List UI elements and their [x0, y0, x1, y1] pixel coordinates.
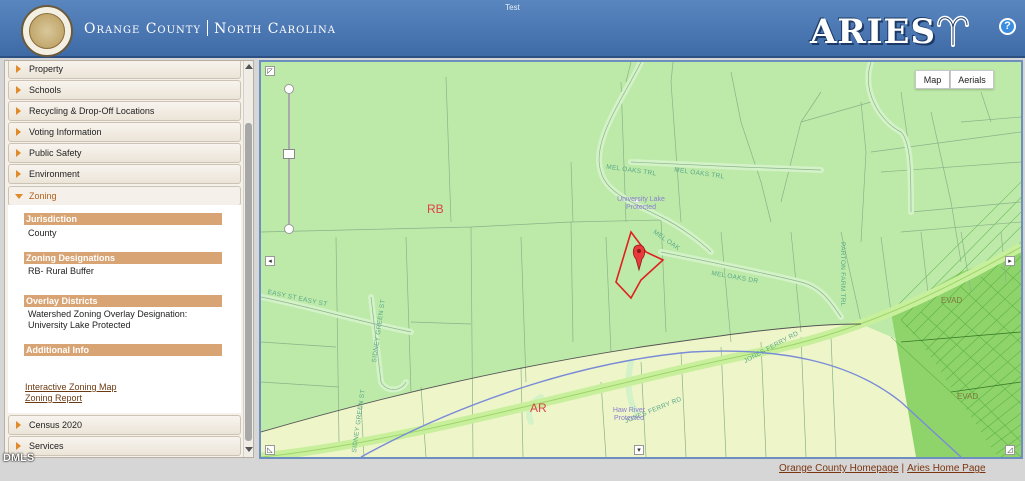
jurisdiction-value: County: [28, 228, 57, 238]
expand-arrow-icon: [16, 86, 21, 94]
zoning-details: Jurisdiction County Zoning Designations …: [8, 205, 241, 413]
aries-app: Test Orange County North Carolina ARIES ?…: [0, 0, 1025, 481]
zone-label-ar: AR: [530, 401, 547, 415]
county-name: Orange County: [84, 21, 202, 37]
poi-text: University Lake: [617, 196, 665, 203]
section-label: Voting Information: [29, 127, 102, 137]
scroll-up-icon[interactable]: [245, 64, 253, 69]
poi-text: Haw River: [612, 407, 646, 414]
poi-haw-river: Haw River Protected: [599, 407, 659, 423]
section-public-safety[interactable]: Public Safety: [8, 143, 241, 163]
aries-homepage-link[interactable]: Aries Home Page: [907, 463, 985, 474]
interactive-zoning-map-link[interactable]: Interactive Zoning Map: [25, 382, 117, 392]
section-environment[interactable]: Environment: [8, 164, 241, 184]
expand-arrow-icon: [16, 442, 21, 450]
collapse-arrow-icon: [15, 194, 23, 199]
section-label: Services: [29, 441, 64, 451]
designations-header: Zoning Designations: [24, 252, 222, 264]
section-label: Recycling & Drop-Off Locations: [29, 106, 155, 116]
scroll-thumb[interactable]: [245, 123, 252, 441]
section-census[interactable]: Census 2020: [8, 415, 241, 435]
expand-arrow-icon: [16, 149, 21, 157]
aerials-type-button[interactable]: Aerials: [950, 70, 994, 89]
sidebar-panel: Property Schools Recycling & Drop-Off Lo…: [4, 60, 254, 458]
sidebar-scrollbar[interactable]: [243, 61, 253, 457]
pan-down-icon[interactable]: ▾: [634, 445, 644, 455]
zoom-in-icon[interactable]: [284, 84, 294, 94]
aries-logo: ARIES: [810, 12, 970, 52]
section-schools[interactable]: Schools: [8, 80, 241, 100]
pan-left-icon[interactable]: ◂: [265, 256, 275, 266]
pan-up-left-icon[interactable]: ◸: [265, 66, 275, 76]
expand-arrow-icon: [16, 65, 21, 73]
street-label: PARTON FARM TRL: [839, 242, 846, 307]
section-label: Public Safety: [29, 148, 82, 158]
expand-arrow-icon: [16, 170, 21, 178]
map-type-button[interactable]: Map: [915, 70, 950, 89]
map-view[interactable]: ◸ ◂ ▸ ◺ ▾ ◿ Map Aerials RB AR EVAD EVAD …: [259, 60, 1023, 459]
state-name: North Carolina: [214, 21, 336, 37]
section-label: Census 2020: [29, 420, 83, 430]
pan-down-right-icon[interactable]: ◿: [1005, 445, 1015, 455]
help-button[interactable]: ?: [999, 18, 1016, 35]
section-zoning[interactable]: Zoning: [8, 186, 241, 206]
section-recycling[interactable]: Recycling & Drop-Off Locations: [8, 101, 241, 121]
section-voting[interactable]: Voting Information: [8, 122, 241, 142]
jurisdiction-header: Jurisdiction: [24, 213, 222, 225]
footer-links: Orange County Homepage | Aries Home Page: [779, 463, 986, 474]
expand-arrow-icon: [16, 421, 21, 429]
county-homepage-link[interactable]: Orange County Homepage: [779, 463, 899, 474]
pan-down-left-icon[interactable]: ◺: [265, 445, 275, 455]
pan-right-icon[interactable]: ▸: [1005, 256, 1015, 266]
designations-value: RB- Rural Buffer: [28, 266, 94, 276]
section-label: Schools: [29, 85, 62, 95]
map-canvas[interactable]: [261, 62, 1021, 457]
additional-info-header: Additional Info: [24, 344, 222, 356]
zone-label-evad: EVAD: [941, 296, 963, 305]
poi-text: Protected: [626, 204, 656, 211]
expand-arrow-icon: [16, 128, 21, 136]
section-label: Zoning: [29, 191, 57, 201]
county-title: Orange County North Carolina: [84, 20, 336, 37]
overlay-header: Overlay Districts: [24, 295, 222, 307]
aries-symbol-icon: [937, 15, 970, 47]
zoom-out-icon[interactable]: [284, 224, 294, 234]
window-title: Test: [505, 3, 520, 12]
section-property[interactable]: Property: [8, 61, 241, 79]
overlay-line2: University Lake Protected: [28, 320, 131, 330]
zoning-report-link[interactable]: Zoning Report: [25, 393, 82, 403]
zoom-thumb[interactable]: [283, 149, 295, 159]
scroll-down-icon[interactable]: [245, 447, 253, 452]
zone-label-evad-2: EVAD: [957, 392, 979, 401]
poi-text: Protected: [614, 415, 644, 422]
overlay-line1: Watershed Zoning Overlay Designation:: [28, 309, 188, 319]
header-bar: Test Orange County North Carolina ARIES ?: [0, 0, 1025, 58]
footer-separator: |: [901, 463, 905, 474]
dmls-watermark: DMLS: [3, 452, 35, 464]
expand-arrow-icon: [16, 107, 21, 115]
county-seal-logo: [21, 5, 73, 57]
poi-university-lake: University Lake Protected: [606, 196, 676, 212]
section-services[interactable]: Services: [8, 436, 241, 456]
section-label: Environment: [29, 169, 80, 179]
aries-logo-text: ARIES: [810, 12, 937, 52]
zone-label-rb: RB: [427, 202, 444, 216]
section-label: Property: [29, 64, 64, 74]
zoom-slider[interactable]: [283, 84, 295, 234]
